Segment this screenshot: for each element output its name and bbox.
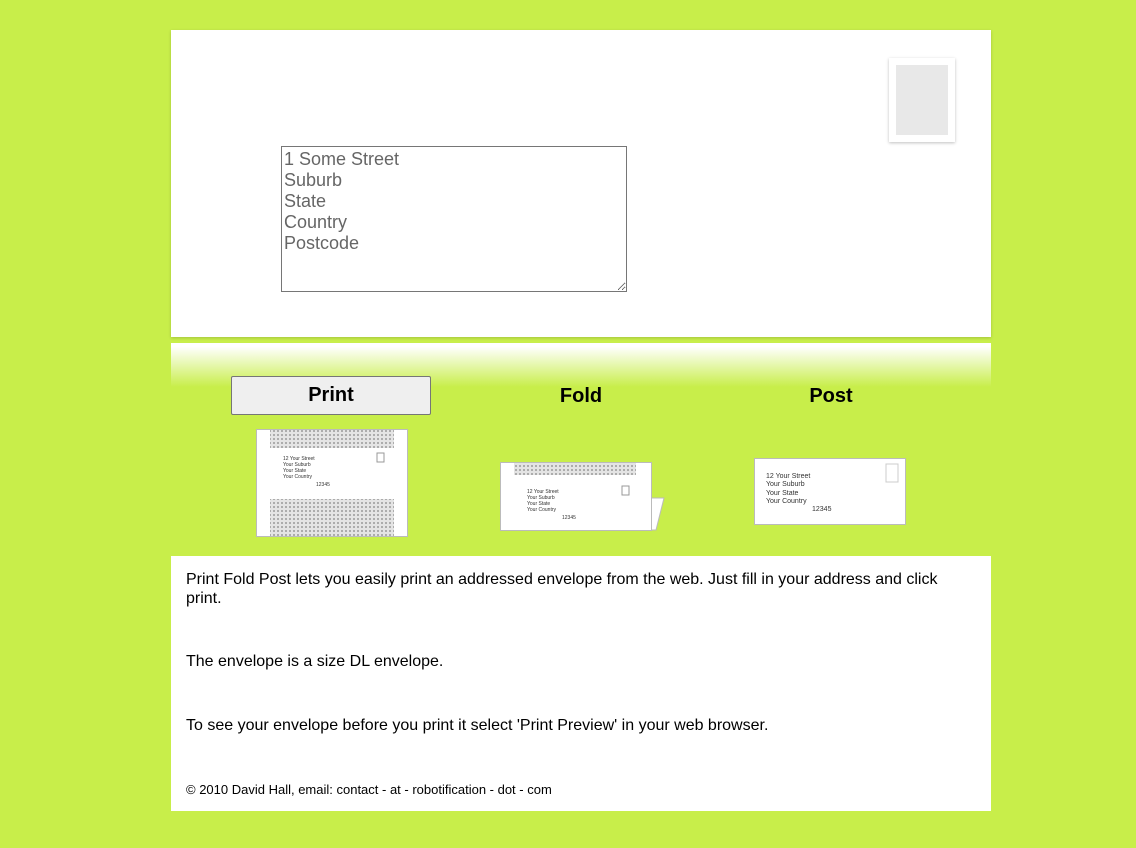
post-step-image: 12 Your Street Your Suburb Your State Yo… <box>754 458 907 526</box>
post-line1: 12 Your Street <box>766 473 810 480</box>
postage-stamp-icon <box>889 58 955 142</box>
post-postcode: 12345 <box>812 506 832 513</box>
print-button[interactable]: Print <box>231 376 431 415</box>
print-step-image: 12 Your Street Your Suburb Your State Yo… <box>256 429 408 537</box>
fold-postcode: 12345 <box>562 515 576 521</box>
fold-step-image: 12 Your Street Your Suburb Your State Yo… <box>498 460 668 534</box>
sample-line4: Your Country <box>283 474 312 480</box>
address-input[interactable]: 1 Some Street Suburb State Country Postc… <box>281 146 627 292</box>
fold-line4: Your Country <box>527 507 556 513</box>
post-line3: Your State <box>766 490 799 497</box>
info-paragraph-size: The envelope is a size DL envelope. <box>186 653 444 670</box>
sample-postcode: 12345 <box>316 482 330 488</box>
info-paragraph-preview: To see your envelope before you print it… <box>186 717 769 734</box>
post-line4: Your Country <box>766 498 807 505</box>
envelope-panel: 1 Some Street Suburb State Country Postc… <box>171 30 991 337</box>
fold-step-label: Fold <box>559 384 603 407</box>
post-step-label: Post <box>809 384 853 407</box>
info-paragraph-intro: Print Fold Post lets you easily print an… <box>186 571 938 607</box>
post-line2: Your Suburb <box>766 481 805 488</box>
info-panel: Print Fold Post lets you easily print an… <box>171 556 991 811</box>
footer-copyright: © 2010 David Hall, email: contact - at -… <box>186 782 552 797</box>
